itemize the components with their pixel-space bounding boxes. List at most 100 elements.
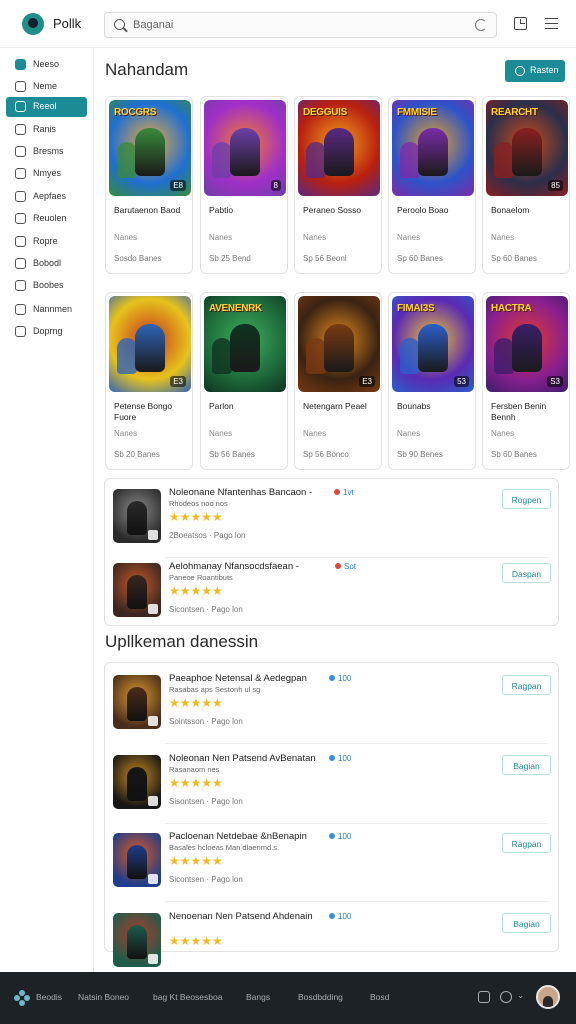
game-thumbnail [113, 755, 161, 809]
bottom-nav-item[interactable]: Bosdbdding [298, 992, 343, 1002]
circle-icon [515, 66, 525, 76]
game-card[interactable]: ROCGRS E8 Barutaenon Baod Nanes Sosdo Banes [105, 96, 193, 274]
item-action-button[interactable]: Ragpan [502, 833, 551, 853]
sidebar-item-reuolen[interactable]: Reuolen [6, 209, 87, 229]
game-card[interactable]: FMMISIE Peroolo Boao Nanes Sp 60 Banes [388, 96, 476, 274]
list-item[interactable]: Noleonan Nen Patsend AvBenatan 100 Rasanao… [105, 749, 560, 819]
game-card[interactable]: REARCHT 85 Bonaelom Nanes Sp 60 Banes [482, 96, 570, 274]
list-item[interactable]: Nenoenan Nen Patsend Ahdenain 100 ★★★★★ Bag… [105, 907, 560, 977]
game-card[interactable]: 8 Pabtio Nanes Sb 25 Bend [200, 96, 288, 274]
section-title-updates: Upllkeman danessin [105, 632, 259, 651]
primary-action-label: Rasten [530, 65, 559, 75]
item-action-label: Bagian [513, 919, 540, 929]
rating-badge: S3 [547, 376, 563, 387]
refresh-icon[interactable] [475, 19, 487, 31]
avatar[interactable] [536, 985, 560, 1009]
sidebar-item-label: Boobes [33, 280, 64, 290]
game-title: Barutaenon Baod [114, 205, 181, 215]
bottom-nav-item[interactable]: Bangs [246, 992, 270, 1002]
game-card[interactable]: DEGGUIS Peraneo Sosso Nanes Sp 56 Beonl [294, 96, 382, 274]
sidebar-item-label: Nannmen [33, 304, 73, 314]
item-title: Paeaphoe Netensal & Aedegpan [169, 673, 307, 684]
gear-icon[interactable] [500, 991, 512, 1003]
sidebar-item-nmyes[interactable]: Nmyes [6, 164, 87, 184]
row-divider [165, 743, 548, 744]
game-cover-title: FIMAI3S [397, 303, 435, 314]
game-footer: Sb 56 Banes [209, 450, 255, 459]
game-thumbnail [113, 489, 161, 543]
home-icon[interactable] [478, 991, 490, 1003]
sidebar-item-ranis[interactable]: Ranis [6, 120, 87, 140]
dot-icon [329, 755, 335, 761]
bottom-nav-item[interactable]: Natsin Boneo [78, 992, 129, 1002]
dot-icon [329, 913, 335, 919]
list-item[interactable]: Aelohmanay Nfansocdsfaean - Sot Paneoe Roa… [105, 557, 560, 627]
item-action-button[interactable]: Rogpen [502, 489, 551, 509]
rating-badge-icon [148, 954, 158, 964]
primary-action-button[interactable]: Rasten [505, 60, 565, 82]
item-action-button[interactable]: Bagian [502, 755, 551, 775]
game-cover-title: REARCHT [491, 107, 538, 118]
character-figure [212, 142, 232, 178]
game-card[interactable]: AVENENRK Parlon Nanes Sb 56 Banes [200, 292, 288, 470]
character-figure [512, 324, 542, 372]
window-icon[interactable] [514, 17, 527, 30]
item-action-button[interactable]: Daspan [502, 563, 551, 583]
bottom-nav-item[interactable]: bag Kt Beosesboa [153, 992, 222, 1002]
menu-icon[interactable] [545, 18, 558, 29]
app-logo[interactable] [22, 13, 44, 35]
character-figure [127, 767, 147, 801]
game-card[interactable]: E3 Netengarn Peael Nanes Sp 56 Bonco [294, 292, 382, 470]
app-title: Pollk [53, 16, 82, 31]
game-subtitle: Nanes [491, 429, 515, 438]
sidebar-item-label: Reeol [33, 101, 57, 111]
sidebar-item-bobodl[interactable]: Bobodl [6, 254, 87, 274]
game-footer: Sosdo Banes [114, 254, 162, 263]
search-input[interactable]: Baganai [104, 12, 497, 38]
list-item[interactable]: Noleonane Nfantenhas Bancaon - 1vt Rhodeos… [105, 483, 560, 553]
game-cover-image: E3 [109, 296, 191, 392]
item-tag-label: 100 [338, 832, 352, 841]
item-meta: 2Boeatsos · Pago lon [169, 531, 246, 540]
sidebar-item-bresms[interactable]: Bresms [6, 142, 87, 162]
game-cover-image: HACTRA S3 [486, 296, 568, 392]
item-action-button[interactable]: Bagian [502, 913, 551, 933]
sidebar-item-label: Doprng [33, 326, 63, 336]
sidebar-item-nannmen[interactable]: Nannmen [6, 300, 87, 320]
item-subtitle: Rasabas aps Sestonh ul sg [169, 685, 261, 694]
game-cover-image: REARCHT 85 [486, 100, 568, 196]
game-card[interactable]: FIMAI3S 53 Bounabs Nanes Sb 90 Benes [388, 292, 476, 470]
game-footer: Sp 56 Bonco [303, 450, 349, 459]
clock-icon [15, 146, 26, 157]
chevron-down-icon[interactable]: ⌄ [517, 990, 524, 1001]
sidebar-item-reeol[interactable]: Reeol [6, 97, 87, 117]
item-title: Noleonan Nen Patsend AvBenatan [169, 753, 316, 764]
archive-icon [15, 280, 26, 291]
character-figure [306, 338, 326, 374]
sidebar-item-label: Neeso [33, 59, 60, 69]
sidebar-item-neeso[interactable]: Neeso [6, 55, 87, 75]
game-subtitle: Nanes [209, 233, 233, 242]
game-card[interactable]: E3 Petense Bongo Fuore Nanes Sb 20 Banes [105, 292, 193, 470]
bottom-nav-item[interactable]: Beodis [36, 992, 62, 1002]
character-figure [117, 338, 137, 374]
item-action-button[interactable]: Ragpan [502, 675, 551, 695]
bottom-logo-icon[interactable] [14, 990, 30, 1006]
gear-icon [15, 236, 26, 247]
bottom-nav-item[interactable]: Bosd [370, 992, 389, 1002]
list-item[interactable]: Paeaphoe Netensal & Aedegpan 100 Rasabas a… [105, 669, 560, 739]
list-item[interactable]: Pacloenan Netdebae &nBenapin 100 Basales h… [105, 827, 560, 897]
game-title: Fersben Benin Bennh [491, 401, 547, 422]
sidebar-item-doprng[interactable]: Doprng [6, 322, 87, 342]
sidebar-item-label: Ropre [33, 236, 58, 246]
character-figure [135, 128, 165, 176]
sidebar-item-ropre[interactable]: Ropre [6, 232, 87, 252]
row-divider [165, 901, 548, 902]
search-placeholder: Baganai [133, 19, 174, 31]
list-panel-updates: Paeaphoe Netensal & Aedegpan 100 Rasabas a… [104, 662, 560, 967]
sidebar-item-aepfaes[interactable]: Aepfaes [6, 187, 87, 207]
character-figure [212, 338, 232, 374]
game-card[interactable]: HACTRA S3 Fersben Benin Bennh Nanes Sb 60 Ba… [482, 292, 570, 470]
sidebar-item-boobes[interactable]: Boobes [6, 276, 87, 296]
sidebar-item-neme[interactable]: Neme [6, 77, 87, 97]
